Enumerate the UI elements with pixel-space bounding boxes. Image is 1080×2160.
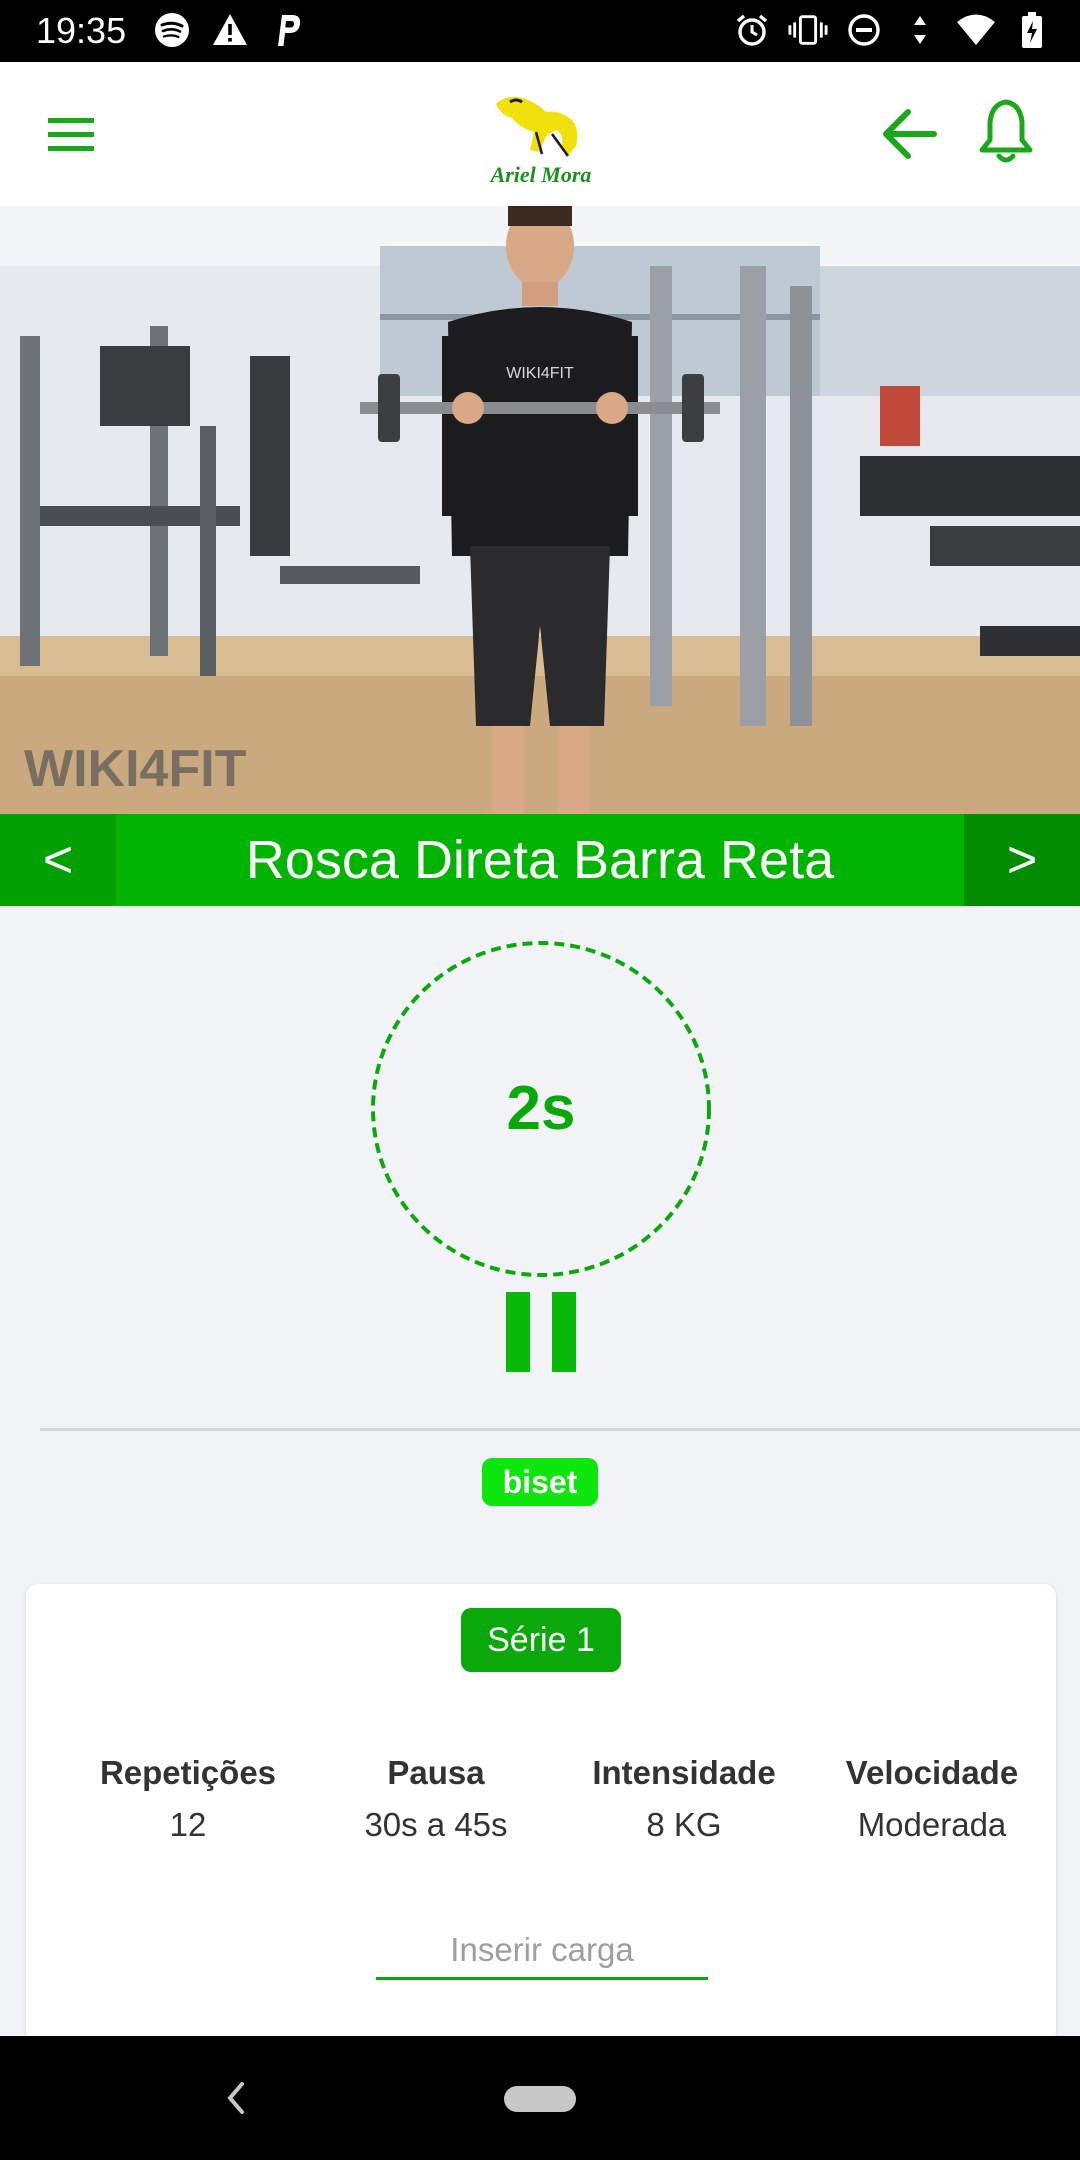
logo: Ariel Mora <box>476 90 606 190</box>
stat-label: Intensidade <box>592 1754 776 1791</box>
logo-figure-icon <box>496 96 578 157</box>
arrow-left-icon <box>883 109 937 159</box>
battery-icon <box>1012 10 1052 50</box>
warning-icon <box>210 10 250 50</box>
menu-button[interactable] <box>40 110 104 160</box>
logo-text: Ariel Mora <box>490 162 592 187</box>
wifi-icon <box>956 10 996 50</box>
chevron-left-icon <box>227 2082 244 2114</box>
stat-speed: Velocidade Moderada <box>808 1754 1056 1844</box>
series-stats: Repetições 12 Pausa 30s a 45s Intensidad… <box>26 1754 1056 1844</box>
back-button[interactable] <box>878 102 942 166</box>
stat-value: 30s a 45s <box>364 1806 508 1843</box>
video-frame: WIKI4FIT WIKI4FIT <box>0 206 1080 814</box>
biset-badge: biset <box>482 1458 598 1506</box>
rest-timer: 2s <box>370 940 712 1278</box>
pause-icon-bar-left <box>506 1292 530 1372</box>
stat-value: Moderada <box>857 1806 1007 1843</box>
stat-label: Repetições <box>99 1754 277 1791</box>
previous-exercise-button[interactable]: < <box>0 814 116 906</box>
stat-label: Pausa <box>387 1754 485 1791</box>
bell-icon <box>979 99 1033 163</box>
video-watermark: WIKI4FIT <box>24 740 247 798</box>
system-back-button[interactable] <box>220 2074 250 2122</box>
do-not-disturb-icon <box>844 10 884 50</box>
stat-label: Velocidade <box>845 1754 1019 1791</box>
exercise-title: Rosca Direta Barra Reta <box>245 830 835 890</box>
serie-badge[interactable]: Série 1 <box>461 1608 621 1672</box>
status-left-icons <box>152 10 308 50</box>
spotify-icon <box>152 10 192 50</box>
stat-repetitions: Repetições 12 <box>64 1754 312 1844</box>
pause-icon-bar-right <box>552 1292 576 1372</box>
status-time: 19:35 <box>36 10 127 51</box>
exercise-navigation: < Rosca Direta Barra Reta > <box>0 814 1080 906</box>
menu-icon <box>48 118 94 151</box>
alarm-icon <box>732 10 772 50</box>
stat-value: 12 <box>169 1806 207 1843</box>
notifications-button[interactable] <box>974 96 1038 168</box>
divider <box>40 1428 1080 1431</box>
next-exercise-button[interactable]: > <box>964 814 1080 906</box>
parking-icon <box>268 10 308 50</box>
data-arrows-icon <box>900 10 940 50</box>
system-navigation-bar <box>0 2036 1080 2160</box>
app-header: Ariel Mora <box>0 62 1080 206</box>
load-input[interactable] <box>376 1922 708 1980</box>
exercise-video[interactable]: WIKI4FIT WIKI4FIT <box>0 206 1080 814</box>
timer-value: 2s <box>506 1074 576 1143</box>
stat-value: 8 KG <box>646 1806 722 1843</box>
system-home-button[interactable] <box>504 2086 576 2112</box>
vibrate-icon <box>788 10 828 50</box>
status-right-icons <box>732 10 1052 50</box>
stat-pause: Pausa 30s a 45s <box>312 1754 560 1844</box>
status-bar: 19:35 <box>0 0 1080 62</box>
shirt-text: WIKI4FIT <box>506 365 574 382</box>
series-card: Série 1 Repetições 12 Pausa 30s a 45s In… <box>26 1584 1056 2044</box>
pause-button[interactable] <box>506 1292 576 1372</box>
stat-intensity: Intensidade 8 KG <box>560 1754 808 1844</box>
